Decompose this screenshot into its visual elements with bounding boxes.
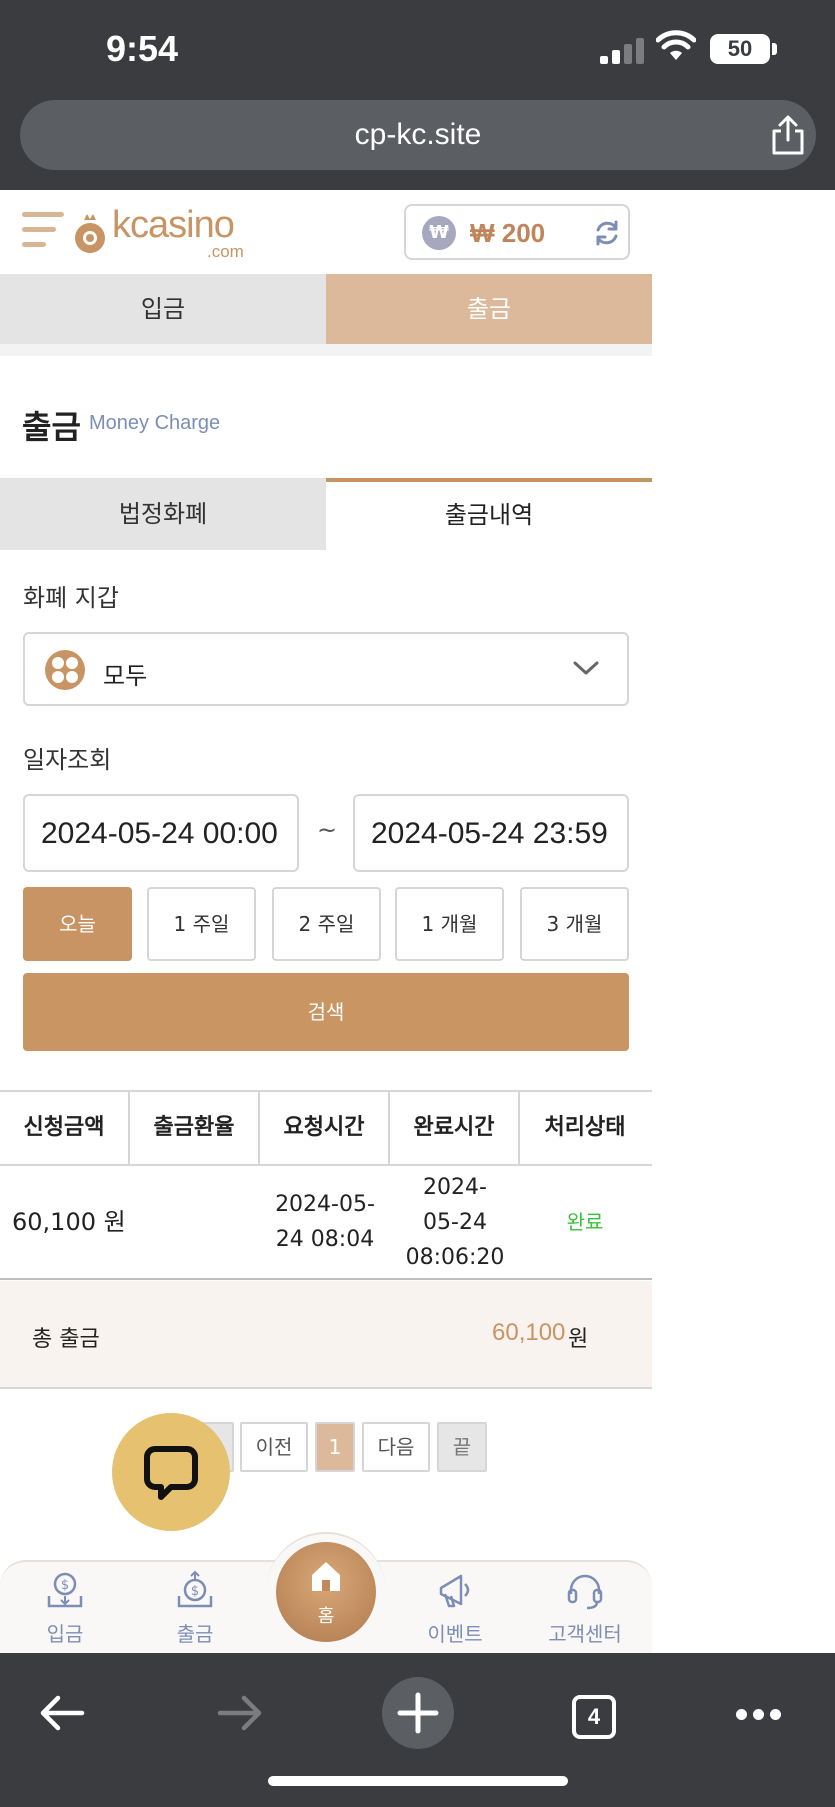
pager-last-button[interactable]: 끝 [437,1422,487,1472]
column-header-complete-time: 완료시간 [390,1092,520,1164]
tab-withdraw-history[interactable]: 출금내역 [326,478,652,550]
web-page: kcasino .com ₩ ₩ 200 입금 출금 출금 Money Char… [0,190,835,1653]
table-header-row: 신청금액 출금환율 요청시간 완료시간 처리상태 [0,1090,652,1166]
range-today-button[interactable]: 오늘 [23,887,132,961]
search-button[interactable]: 검색 [23,973,629,1051]
nav-withdraw[interactable]: $ 출금 [130,1562,260,1653]
date-separator: ~ [317,816,338,844]
home-icon [312,1562,340,1591]
cell-complete-time: 2024-05-24 08:06:20 [405,1174,505,1270]
total-unit: 원 [568,1327,589,1352]
logo-text: kcasino [112,204,235,246]
balance-box: ₩ ₩ 200 [404,204,630,260]
pager-next-button[interactable]: 다음 [362,1422,430,1472]
cell-request-time: 2024-05-24 08:04 [275,1192,375,1252]
nav-home-label: 홈 [317,1606,335,1627]
forward-arrow-icon[interactable] [216,1693,264,1733]
cell-amount: 60,100 원 [12,1207,126,1236]
tab-switcher-button[interactable]: 4 [572,1695,616,1739]
nav-support-label: 고객센터 [548,1622,622,1646]
date-to-input[interactable]: 2024-05-24 23:59 [353,794,629,872]
tab-withdraw[interactable]: 출금 [326,274,652,344]
main-tabs: 입금 출금 [0,274,652,344]
more-options-icon[interactable] [736,1709,782,1721]
section-divider [0,344,652,356]
wallet-label: 화폐 지갑 [23,584,119,612]
right-gutter [652,190,835,1653]
share-icon[interactable] [768,114,808,156]
date-to-value: 2024-05-24 23:59 [371,817,608,850]
url-text: cp-kc.site [354,118,482,151]
balance-amount: ₩ 200 [470,218,546,248]
range-1-month-button[interactable]: 1 개월 [395,887,504,961]
table-row: 60,100 원 2024-05-24 08:04 2024-05-24 08:… [0,1166,652,1280]
signal-icon [600,36,644,64]
page-subtitle: Money Charge [89,412,221,434]
url-bar[interactable]: cp-kc.site [20,100,816,170]
range-1-week-button[interactable]: 1 주일 [147,887,256,961]
range-2-week-button[interactable]: 2 주일 [272,887,381,961]
wallet-selected-value: 모두 [103,662,148,690]
status-time: 9:54 [106,28,179,69]
nav-deposit[interactable]: $ 입금 [0,1562,130,1653]
nav-deposit-label: 입금 [46,1622,84,1646]
plus-icon [397,1692,439,1734]
new-tab-button[interactable] [382,1677,454,1749]
svg-text:$: $ [191,1584,199,1599]
page-title: 출금 [22,408,81,446]
column-header-rate: 출금환율 [130,1092,260,1164]
date-from-input[interactable]: 2024-05-24 00:00 [23,794,299,872]
withdraw-coin-icon: $ [177,1570,213,1608]
nav-event-label: 이벤트 [427,1622,483,1646]
tab-fiat[interactable]: 법정화폐 [0,478,326,550]
headset-icon [567,1574,603,1610]
chat-icon [144,1446,198,1500]
won-coin-icon: ₩ [422,216,456,250]
chat-button[interactable] [112,1413,230,1531]
pager-current-page[interactable]: 1 [315,1422,355,1472]
site-logo[interactable]: kcasino .com [72,204,257,261]
back-arrow-icon[interactable] [38,1693,86,1733]
megaphone-icon [439,1574,470,1608]
cell-rate [130,1166,260,1278]
wallet-select[interactable]: 모두 [23,632,629,706]
hamburger-menu-icon[interactable] [22,212,64,250]
total-row: 총 출금 60,100 원 [0,1281,652,1389]
total-value: 60,100 [492,1319,566,1346]
total-label: 총 출금 [32,1327,100,1352]
cell-status: 완료 [566,1209,604,1234]
column-header-status: 처리상태 [544,1115,626,1140]
chevron-down-icon [573,661,599,675]
battery-icon: 50 [710,34,770,64]
tab-deposit[interactable]: 입금 [0,274,326,344]
sub-tabs: 법정화폐 출금내역 [0,478,652,550]
logo-sub: .com [207,242,244,261]
nav-home[interactable]: 홈 [276,1542,376,1642]
date-label: 일자조회 [23,746,112,774]
svg-text:$: $ [61,1578,69,1593]
nav-support[interactable]: 고객센터 [520,1562,650,1653]
grid-coin-icon [45,650,85,690]
column-header-amount: 신청금액 [0,1092,130,1164]
status-bar: 9:54 50 [0,0,835,95]
wifi-icon [656,30,696,60]
column-header-request-time: 요청시간 [260,1092,390,1164]
deposit-coin-icon: $ [47,1572,83,1608]
battery-level: 50 [727,36,753,61]
date-from-value: 2024-05-24 00:00 [41,817,278,850]
refresh-icon[interactable] [592,218,622,248]
nav-withdraw-label: 출금 [176,1622,214,1646]
nav-event[interactable]: 이벤트 [390,1562,520,1653]
range-3-month-button[interactable]: 3 개월 [520,887,629,961]
home-indicator [268,1776,568,1786]
chip-logo-icon [75,214,105,253]
battery-tip [772,43,777,55]
pager-prev-button[interactable]: 이전 [240,1422,308,1472]
site-header: kcasino .com ₩ ₩ 200 [0,190,652,274]
